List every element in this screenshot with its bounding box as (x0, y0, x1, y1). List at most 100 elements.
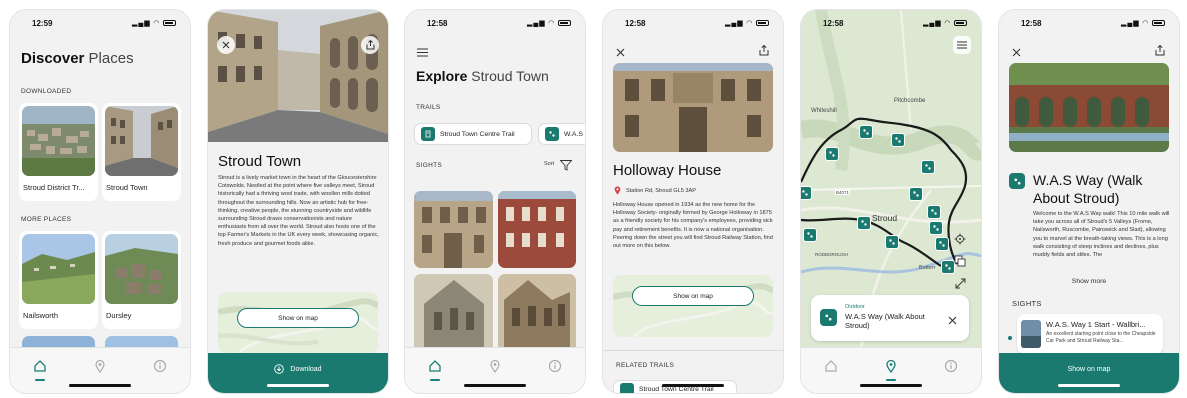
tab-map[interactable] (90, 356, 110, 376)
page-title: Explore Stroud Town (416, 68, 549, 84)
info-icon (153, 359, 167, 373)
tab-home[interactable] (425, 356, 445, 381)
trail-marker[interactable] (857, 216, 871, 230)
section-trails: TRAILS (416, 104, 441, 111)
page-title: Discover Places (21, 50, 134, 67)
trail-chip-stroud-town-centre[interactable]: Stroud Town Centre Trail (414, 123, 532, 145)
show-on-map-label: Show on map (1067, 365, 1111, 373)
selected-trail-card[interactable]: Outdoor W.A.S Way (Walk About Stroud) (811, 295, 969, 341)
walking-icon (895, 137, 901, 143)
expand-icon (955, 278, 966, 289)
walking-icon (829, 151, 835, 157)
trail-marker[interactable] (909, 187, 923, 201)
trail-marker[interactable] (935, 237, 949, 251)
sight-image[interactable] (414, 274, 493, 354)
download-icon (274, 364, 285, 374)
trail-marker[interactable] (801, 186, 812, 200)
sight-image[interactable] (414, 191, 493, 268)
tab-info[interactable] (150, 356, 170, 376)
place-label: Nailsworth (23, 311, 59, 320)
locate-button[interactable] (954, 232, 966, 250)
trail-marker[interactable] (929, 221, 943, 235)
map-menu-button[interactable] (953, 36, 971, 54)
map-label-whiteshill: Whiteshill (811, 108, 837, 114)
walking-icon (861, 220, 867, 226)
tab-info[interactable] (545, 356, 565, 376)
filter-icon (559, 160, 573, 171)
status-icons: ▂▄▆ ◠ (1121, 19, 1165, 27)
share-icon (366, 40, 374, 50)
hamburger-menu-icon (417, 48, 428, 57)
screen-place-detail: Stroud Town Stroud is a lively market to… (208, 10, 388, 393)
trail-marker[interactable] (921, 160, 935, 174)
close-button[interactable] (217, 36, 235, 54)
tab-map[interactable] (485, 356, 505, 376)
walking-trail-icon (820, 309, 837, 326)
map-label-pitchcombe: Pitchcombe (894, 98, 926, 104)
sight-description: An excellent starting point close to the… (1046, 331, 1156, 344)
walking-trail-icon (1009, 173, 1025, 189)
share-button[interactable] (361, 36, 379, 54)
place-card-stroud-district[interactable]: Stroud District Tr... (19, 103, 98, 201)
place-card-nailsworth[interactable]: Nailsworth (19, 231, 98, 329)
card-close-button[interactable] (948, 312, 957, 330)
trail-marker[interactable] (885, 235, 899, 249)
walking-icon (863, 129, 869, 135)
show-on-map-button[interactable]: Show on map (632, 286, 754, 306)
sight-image[interactable] (498, 274, 576, 354)
tab-info[interactable] (941, 356, 961, 376)
walking-trail-icon (545, 127, 559, 141)
filter-button[interactable] (559, 158, 573, 176)
show-on-map-button[interactable]: Show on map (999, 353, 1179, 393)
status-time: 12:58 (823, 18, 844, 28)
trail-marker[interactable] (825, 147, 839, 161)
map-label-stroud: Stroud (872, 213, 898, 223)
status-icons: ▂▄▆ ◠ (132, 19, 176, 27)
tab-home[interactable] (821, 356, 841, 376)
menu-button[interactable] (417, 44, 428, 62)
screen-explore: 12:58 ▂▄▆ ◠ Explore Stroud Town TRAILS S… (405, 10, 585, 393)
layers-button[interactable] (954, 254, 966, 272)
trail-marker[interactable] (891, 133, 905, 147)
sight-title: Holloway House (613, 162, 722, 179)
expand-button[interactable] (955, 276, 966, 294)
share-button[interactable] (1155, 43, 1165, 61)
trail-chip-was[interactable]: W.A.S (538, 123, 585, 145)
status-icons: ▂▄▆ ◠ (923, 19, 967, 27)
walking-icon (939, 241, 945, 247)
place-title: Stroud Town (218, 153, 302, 170)
map-label-rodborough: RODBOROUGH (815, 252, 849, 257)
trail-marker[interactable] (941, 260, 955, 274)
status-bar: 12:59 ▂▄▆ ◠ (10, 10, 190, 36)
show-on-map-button[interactable]: Show on map (237, 308, 359, 328)
close-icon (1012, 48, 1021, 57)
show-more-link[interactable]: Show more (999, 278, 1179, 285)
trail-marker[interactable] (859, 125, 873, 139)
mini-map[interactable] (613, 275, 773, 337)
section-sights: SIGHTS (1012, 299, 1042, 308)
share-button[interactable] (759, 43, 769, 61)
download-button[interactable]: Download (208, 353, 388, 393)
place-card-dursley[interactable]: Dursley (102, 231, 181, 329)
trail-hero-image (1009, 63, 1169, 152)
close-button[interactable] (616, 44, 625, 62)
timeline-dot (1008, 336, 1012, 340)
walking-icon (931, 209, 937, 215)
place-label: Stroud District Tr... (23, 183, 85, 192)
status-icons: ▂▄▆ ◠ (527, 19, 571, 27)
trail-marker[interactable] (927, 205, 941, 219)
sight-list-item[interactable]: W.A.S. Way 1 Start - Wallbri... An excel… (1017, 314, 1163, 354)
tab-home[interactable] (30, 356, 50, 381)
place-image (22, 234, 95, 304)
card-title: W.A.S Way (Walk About Stroud) (845, 312, 925, 330)
map-label-road: B4071 (835, 190, 851, 195)
share-icon (759, 44, 769, 56)
sight-image[interactable] (498, 191, 576, 268)
close-button[interactable] (1012, 44, 1021, 62)
sort-label[interactable]: Sort (544, 161, 554, 167)
tab-map[interactable] (881, 356, 901, 381)
status-bar (208, 10, 388, 36)
place-card-stroud-town[interactable]: Stroud Town (102, 103, 181, 201)
address-text: Station Rd, Stroud GL5 3AP (626, 187, 696, 194)
trail-marker[interactable] (803, 228, 817, 242)
